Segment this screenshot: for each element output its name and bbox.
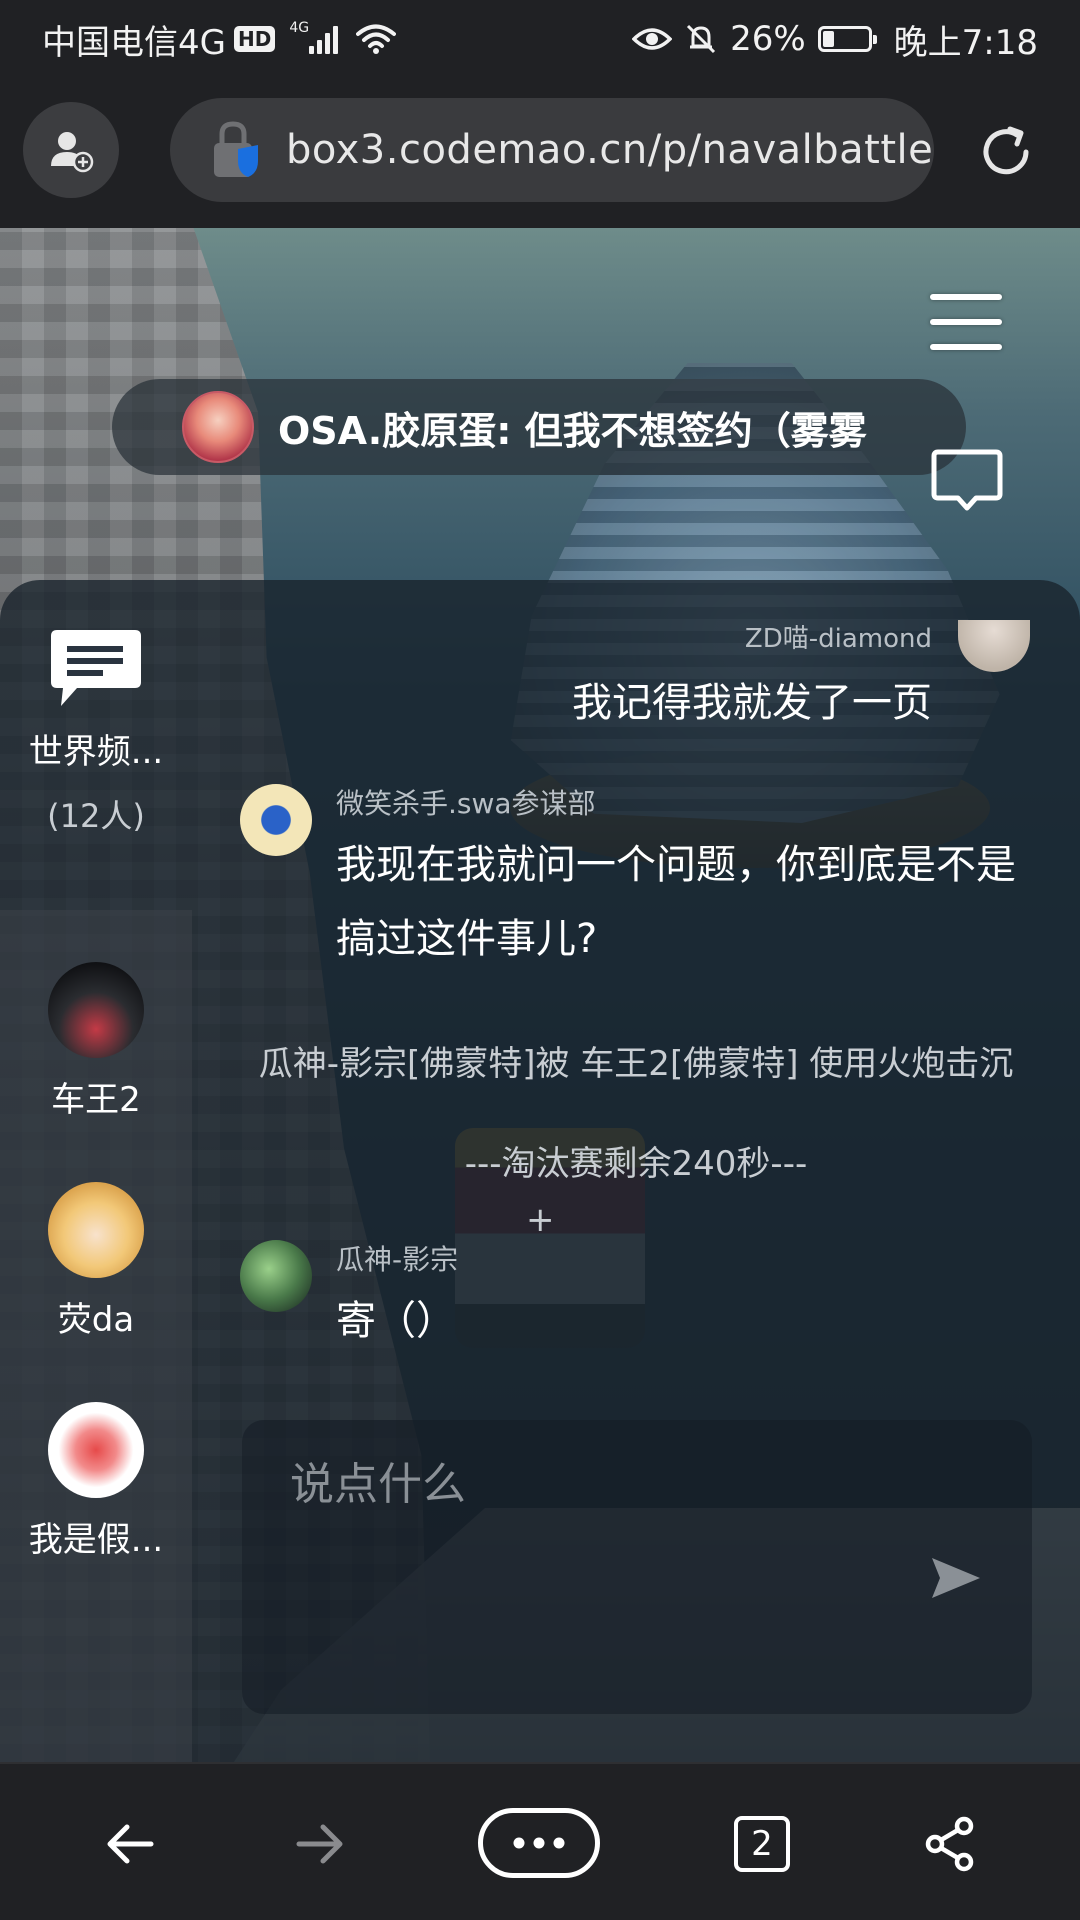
arrow-left-icon <box>107 1824 154 1864</box>
kill-notice: 瓜神-影宗[佛蒙特]被 车王2[佛蒙特] 使用火炮击沉 <box>258 1044 1014 1084</box>
channel-world[interactable]: 世界频... (12人) <box>0 580 192 910</box>
channel-sidebar: 世界频... (12人) 车王2 荧da 我是假... <box>0 580 192 1762</box>
bell-off-icon <box>684 22 718 56</box>
message-text: 我现在我就问一个问题，你到底是不是搞过这件事儿? <box>336 842 1016 962</box>
avatar <box>48 962 144 1058</box>
eye-icon <box>632 25 673 53</box>
forward-button[interactable] <box>290 1804 350 1884</box>
user-add-icon <box>51 132 94 173</box>
channel-label: 荧da <box>57 1300 135 1340</box>
channel-item-chewang2[interactable]: 车王2 <box>0 962 192 1121</box>
tabs-button[interactable]: 2 <box>734 1816 790 1872</box>
address-bar[interactable]: box3.codemao.cn/p/navalbattle <box>170 98 934 202</box>
menu-icon-bar <box>930 294 1002 300</box>
avatar <box>48 1402 144 1498</box>
clock: 晚上7:18 <box>893 22 1038 63</box>
url-text: box3.codemao.cn/p/navalbattle <box>286 127 934 173</box>
timer-notice: ---淘汰赛剩余240秒--- <box>464 1144 808 1184</box>
chat-toggle-button[interactable] <box>930 448 1004 520</box>
chat-input[interactable]: 说点什么 <box>242 1420 1032 1714</box>
channel-world-count: (12人) <box>47 797 145 835</box>
more-dots-icon <box>513 1837 565 1849</box>
send-icon <box>932 1558 980 1598</box>
channel-item-yingda[interactable]: 荧da <box>0 1182 192 1341</box>
hd-badge: HD <box>233 26 276 52</box>
reload-button[interactable] <box>976 122 1036 182</box>
menu-button[interactable] <box>930 294 1002 350</box>
message-self: ZD喵-diamond 我记得我就发了一页 <box>480 620 1040 740</box>
channel-world-label: 世界频... <box>28 732 164 772</box>
game-viewport[interactable]: OSA.胶原蛋: 但我不想签约（雾雾 世界频... (12人) 车王2 荧da … <box>0 228 1080 1762</box>
message-sender: ZD喵-diamond <box>744 624 932 654</box>
status-bar: 中国电信4G HD 4G 26% 晚上7:18 <box>0 0 1080 78</box>
channel-label: 我是假... <box>28 1520 164 1560</box>
chat-banner: OSA.胶原蛋: 但我不想签约（雾雾 <box>112 379 966 475</box>
message-sender: 微笑杀手.swa参谋部 <box>336 787 596 820</box>
secure-lock-icon <box>214 121 258 177</box>
channel-label: 车王2 <box>51 1080 141 1120</box>
share-button[interactable] <box>920 1804 980 1884</box>
reload-icon <box>983 126 1029 175</box>
message-icon <box>51 630 141 706</box>
chat-input-placeholder: 说点什么 <box>290 1459 466 1510</box>
wifi-icon <box>356 23 397 55</box>
channel-item-woshijia[interactable]: 我是假... <box>0 1402 192 1561</box>
avatar <box>240 1240 312 1312</box>
message-sender: 瓜神-影宗 <box>336 1243 459 1276</box>
menu-icon-bar <box>930 344 1002 350</box>
avatar <box>958 620 1030 672</box>
plus-mark: + <box>526 1200 555 1240</box>
browser-toolbar: box3.codemao.cn/p/navalbattle <box>0 78 1080 228</box>
avatar <box>182 391 254 463</box>
back-button[interactable] <box>100 1804 160 1884</box>
message-text: 我记得我就发了一页 <box>572 680 932 726</box>
carrier-label: 中国电信4G <box>42 22 226 63</box>
add-profile-button[interactable] <box>23 102 119 198</box>
send-button[interactable] <box>928 1550 984 1606</box>
arrow-right-icon <box>296 1824 343 1864</box>
avatar <box>240 784 312 856</box>
battery-fill <box>822 31 835 47</box>
message-text: 寄（） <box>336 1298 456 1344</box>
more-menu-button[interactable] <box>478 1808 600 1878</box>
signal-icon: 4G <box>289 20 339 54</box>
channel-list: 车王2 荧da 我是假... <box>0 910 192 1762</box>
chat-bubble-icon <box>931 449 1003 511</box>
banner-message: OSA.胶原蛋: 但我不想签约（雾雾 <box>278 408 867 453</box>
battery-icon <box>817 26 877 52</box>
avatar <box>48 1182 144 1278</box>
battery-percent: 26% <box>730 19 806 59</box>
browser-bottom-nav: 2 <box>0 1762 1080 1920</box>
signal-tag: 4G <box>289 20 310 36</box>
menu-icon-bar <box>930 319 1002 325</box>
share-icon <box>925 1816 974 1872</box>
